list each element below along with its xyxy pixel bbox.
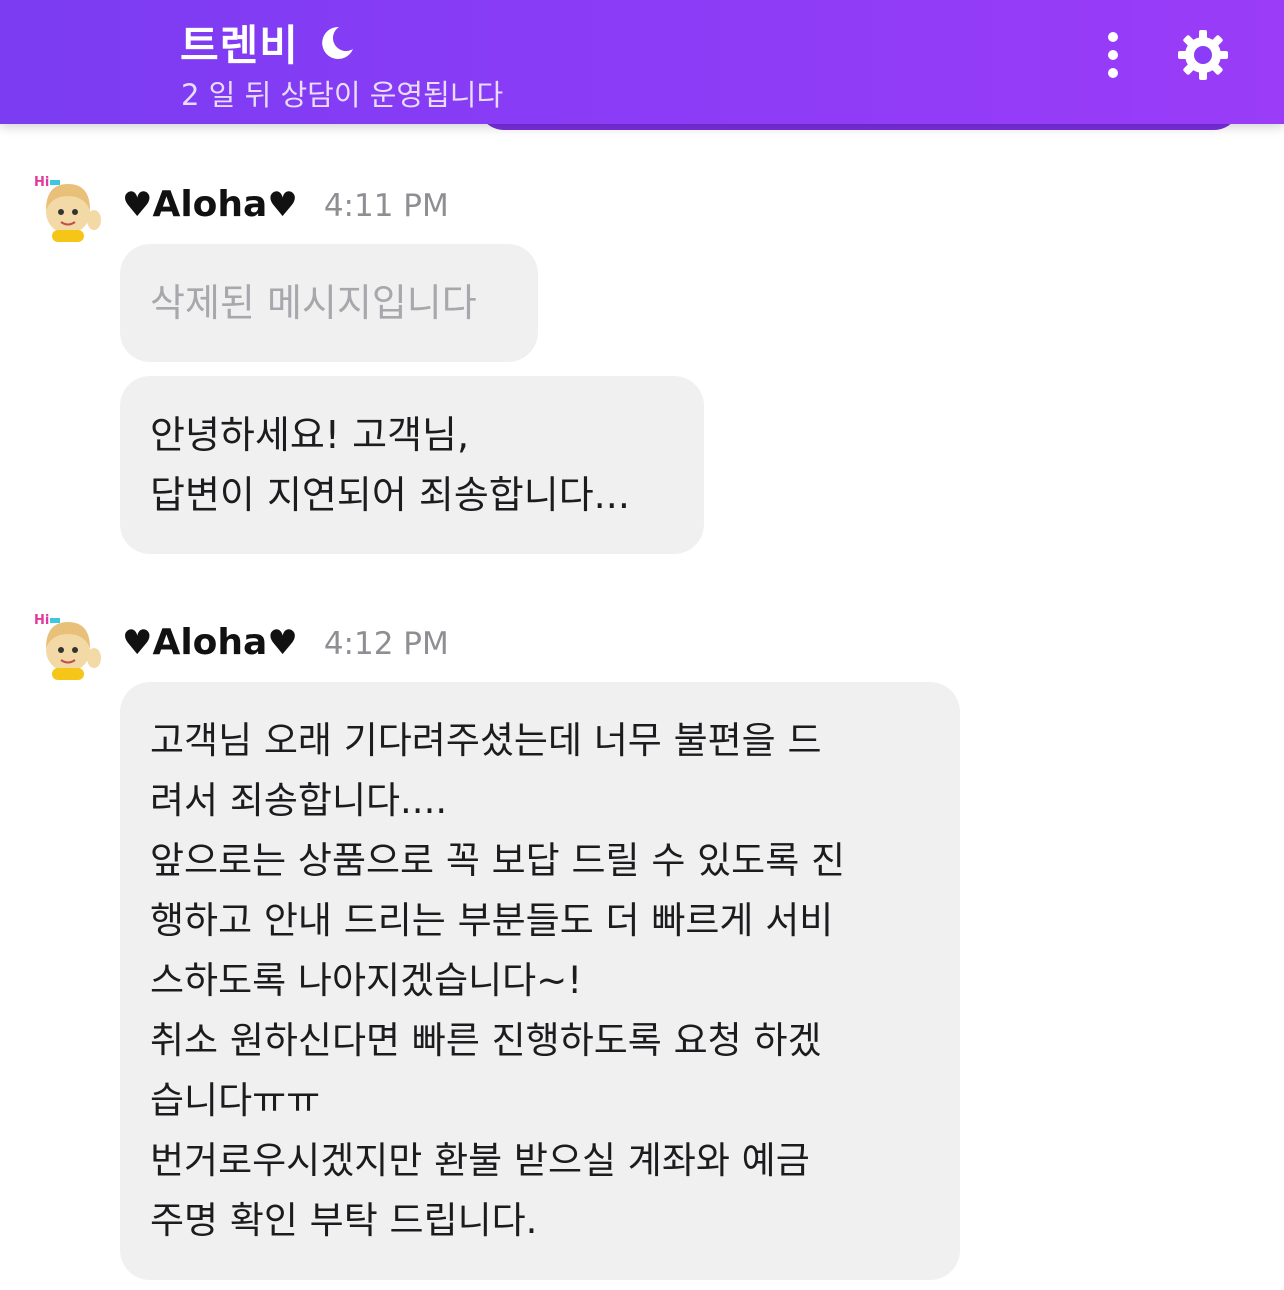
message-text: 주명 확인 부탁 드립니다.: [150, 1199, 538, 1242]
moon-icon: [322, 26, 353, 59]
message-text: 취소 원하신다면 빠른 진행하도록 요청 하겠: [150, 1019, 822, 1062]
chat-subtitle: 2 일 뒤 상담이 운영됩니다: [181, 78, 504, 112]
message-text: 행하고 안내 드리는 부분들도 더 빠르게 서비: [150, 899, 834, 942]
heart-icon: ♥: [122, 185, 153, 225]
sender-row: ♥ Aloha ♥ 4:11 PM: [122, 184, 449, 225]
gear-icon[interactable]: [1176, 28, 1230, 82]
svg-text:Hi: Hi: [34, 613, 49, 628]
message-bubble[interactable]: 안녕하세요! 고객님, 답변이 지연되어 죄송합니다...: [120, 376, 704, 554]
message-time: 4:11 PM: [323, 188, 449, 224]
message-text: 안녕하세요! 고객님,: [150, 413, 470, 457]
title-row: 트렌비: [180, 12, 357, 73]
more-vertical-icon[interactable]: [1096, 30, 1130, 80]
sender-name: Aloha: [152, 622, 268, 663]
message-text: 번거로우시겠지만 환불 받으실 계좌와 예금: [150, 1139, 810, 1182]
sender-name: Aloha: [152, 184, 268, 225]
heart-icon: ♥: [267, 623, 298, 663]
message-text: 답변이 지연되어 죄송합니다...: [150, 473, 630, 517]
message-text: 습니다ㅠㅠ: [150, 1079, 321, 1122]
avatar[interactable]: Hi: [32, 608, 104, 680]
heart-icon: ♥: [122, 623, 153, 663]
message-text: 앞으로는 상품으로 꼭 보답 드릴 수 있도록 진: [150, 839, 846, 882]
message-text: 삭제된 메시지입니다: [150, 281, 477, 325]
chat-header: 트렌비 2 일 뒤 상담이 운영됩니다: [0, 0, 1284, 124]
message-bubble-deleted[interactable]: 삭제된 메시지입니다: [120, 244, 538, 362]
avatar[interactable]: Hi: [32, 170, 104, 242]
message-time: 4:12 PM: [323, 626, 449, 662]
message-text: 려서 죄송합니다....: [150, 779, 448, 822]
sender-row: ♥ Aloha ♥ 4:12 PM: [122, 622, 449, 663]
message-text: 고객님 오래 기다려주셨는데 너무 불편을 드: [150, 719, 822, 762]
heart-icon: ♥: [267, 185, 298, 225]
chat-title: 트렌비: [180, 21, 299, 70]
message-bubble[interactable]: 고객님 오래 기다려주셨는데 너무 불편을 드 려서 죄송합니다.... 앞으로…: [120, 682, 960, 1280]
message-text: 스하도록 나아지겠습니다~!: [150, 959, 583, 1002]
svg-text:Hi: Hi: [34, 175, 49, 190]
